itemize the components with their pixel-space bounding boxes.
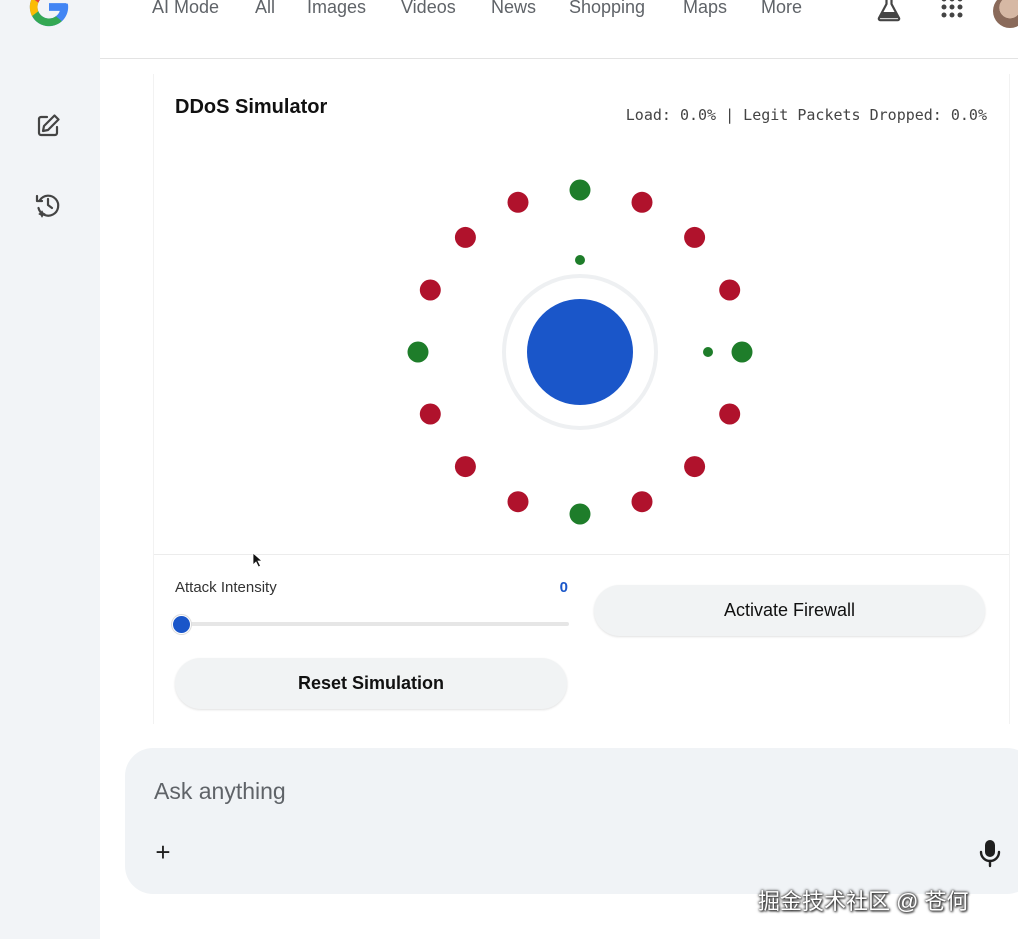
tab-images[interactable]: Images (307, 0, 366, 18)
attacker-node (419, 403, 441, 425)
legit-packet (575, 255, 585, 265)
attacker-node (684, 226, 706, 248)
tab-all[interactable]: All (255, 0, 275, 18)
attack-intensity-value: 0 (559, 579, 568, 596)
mouse-cursor-icon (252, 552, 264, 568)
legit-client-node (569, 179, 591, 201)
attacker-node (719, 403, 741, 425)
attacker-node (419, 279, 441, 301)
legit-client-node (407, 341, 429, 363)
add-attachment-plus-icon[interactable]: + (149, 838, 177, 866)
microphone-icon[interactable] (977, 838, 1003, 868)
attacker-node (631, 491, 653, 513)
tab-shopping[interactable]: Shopping (569, 0, 645, 18)
tab-videos[interactable]: Videos (401, 0, 456, 18)
labs-flask-icon[interactable] (875, 0, 903, 22)
controls-divider (154, 554, 1009, 555)
tab-news[interactable]: News (491, 0, 536, 18)
legit-packet (703, 347, 713, 357)
attacker-node (631, 191, 653, 213)
tab-ai-mode[interactable]: AI Mode (152, 0, 219, 18)
activate-firewall-button[interactable]: Activate Firewall (594, 585, 985, 636)
left-rail (0, 0, 100, 939)
attack-intensity-label: Attack Intensity (175, 579, 277, 596)
ask-input[interactable] (152, 772, 856, 810)
legit-client-node (731, 341, 753, 363)
simulator-title: DDoS Simulator (175, 96, 328, 118)
attacker-node (684, 456, 706, 478)
server-node (527, 299, 633, 405)
attack-intensity-slider[interactable] (172, 615, 569, 634)
ask-box: + (125, 748, 1018, 894)
slider-thumb[interactable] (172, 615, 191, 634)
new-chat-edit-icon[interactable] (32, 110, 64, 142)
attacker-node (454, 226, 476, 248)
attacker-node (454, 456, 476, 478)
tab-maps[interactable]: Maps (683, 0, 727, 18)
attacker-node (719, 279, 741, 301)
watermark: 掘金技术社区 @ 苍何 (758, 889, 969, 914)
simulator-stats: Load: 0.0% | Legit Packets Dropped: 0.0% (625, 106, 987, 124)
history-icon[interactable] (32, 189, 64, 221)
network-visualization (407, 179, 753, 525)
legit-client-node (569, 503, 591, 525)
attacker-node (507, 491, 529, 513)
tab-more[interactable]: More (761, 0, 802, 18)
reset-simulation-button[interactable]: Reset Simulation (175, 658, 567, 709)
attacker-node (507, 191, 529, 213)
google-logo[interactable] (26, 0, 72, 30)
apps-grid-icon[interactable] (940, 0, 964, 20)
avatar[interactable] (993, 0, 1018, 28)
top-navigation: AI Mode All Images Videos News Shopping … (100, 0, 1018, 59)
ddos-simulator-card: DDoS Simulator Load: 0.0% | Legit Packet… (153, 74, 1010, 724)
